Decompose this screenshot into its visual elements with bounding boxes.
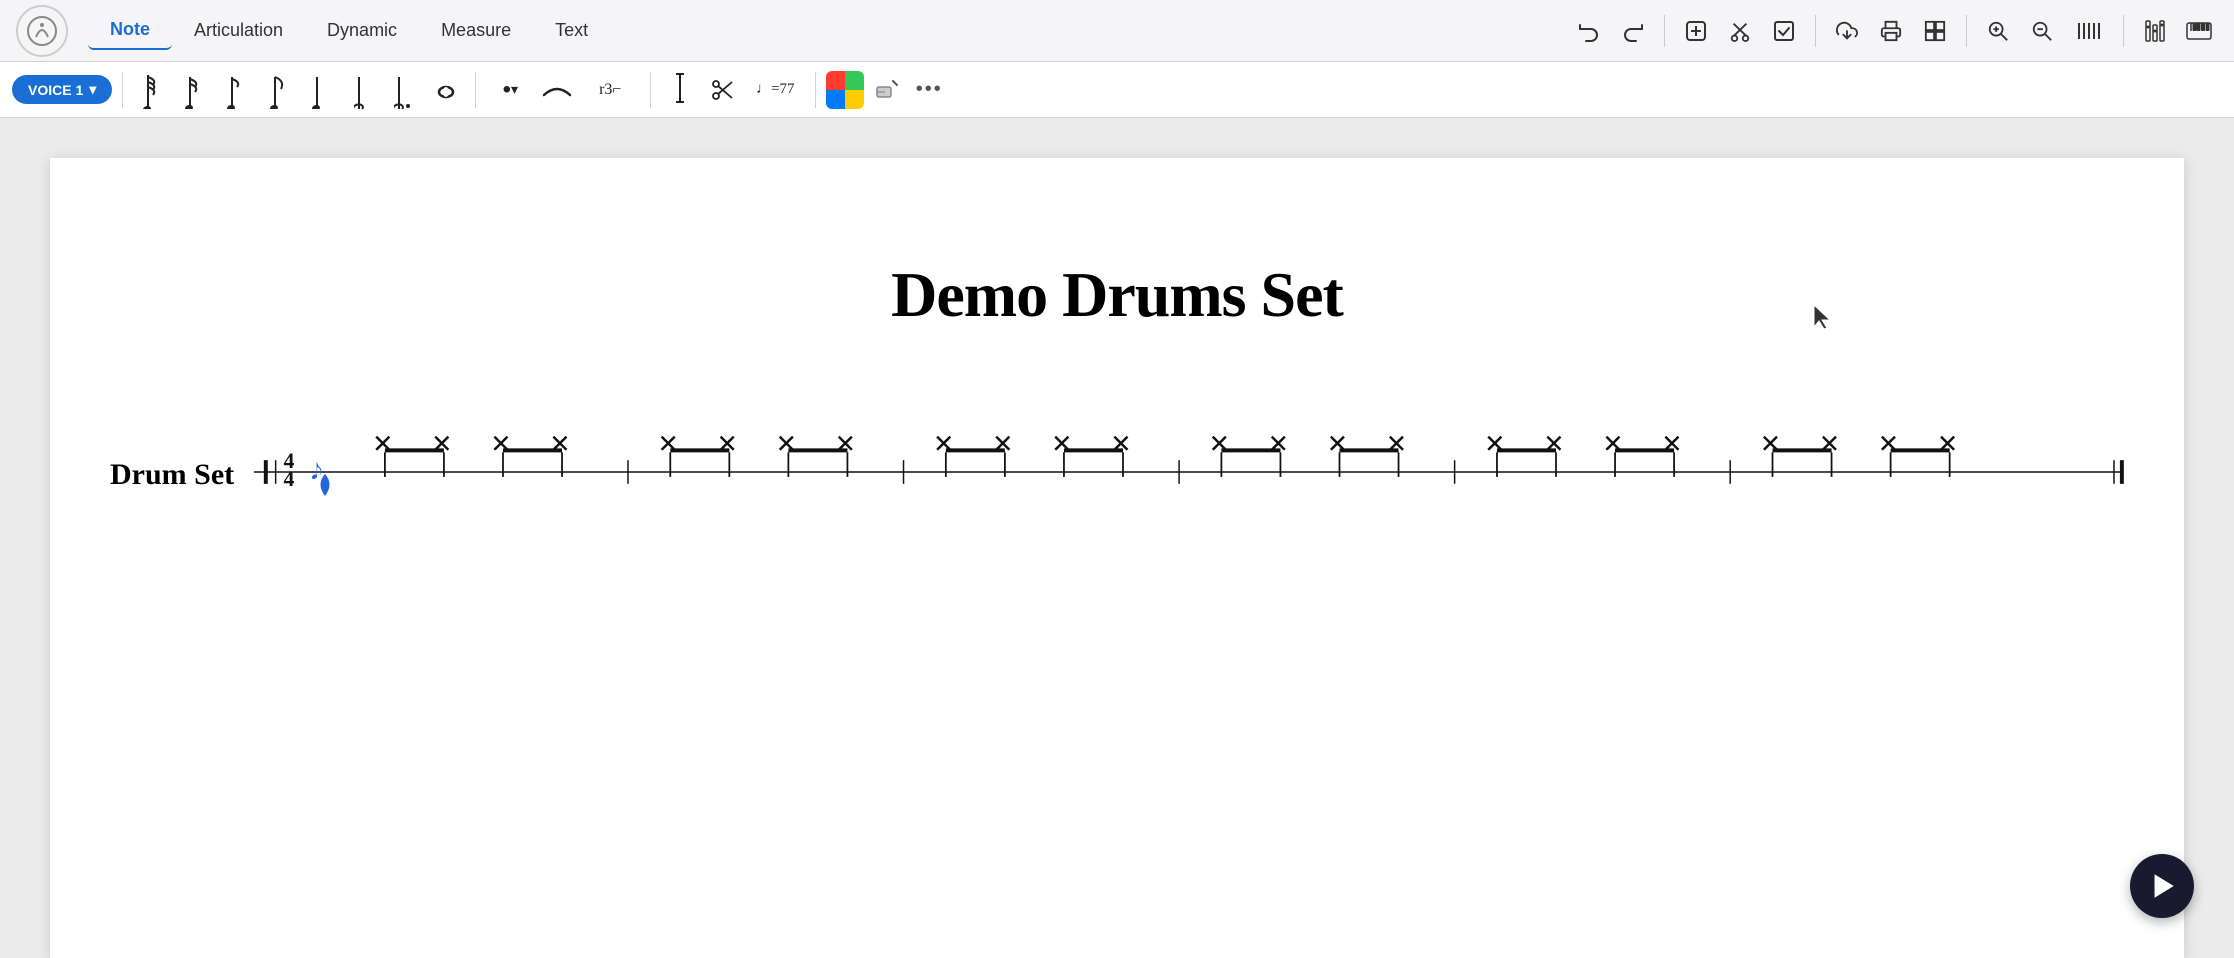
svg-text:✕: ✕ (1484, 429, 1505, 458)
color-button[interactable] (826, 71, 864, 109)
instrument-label: Drum Set (110, 458, 234, 492)
tuplet-button[interactable]: r3⌐ (580, 71, 640, 109)
staff-section: Drum Set 4 4 𝅘𝅥𝅮 ✕ (110, 412, 2124, 537)
teardrop-marker (316, 474, 334, 498)
svg-text:✕: ✕ (1110, 429, 1131, 458)
mixer-button[interactable] (2136, 12, 2174, 50)
note-half-button[interactable] (343, 71, 381, 109)
undo-button[interactable] (1570, 12, 1608, 50)
note-32nd-button[interactable] (175, 71, 213, 109)
zoom-in-button[interactable] (1979, 12, 2017, 50)
voice-label: VOICE 1 (28, 82, 83, 98)
metronome-button[interactable] (2067, 12, 2111, 50)
score-title: Demo Drums Set (110, 258, 2124, 332)
note-16th-button[interactable] (217, 71, 255, 109)
main-area: Demo Drums Set Drum Set 4 4 𝅘𝅥𝅮 (0, 118, 2234, 958)
color-yellow (845, 90, 864, 109)
more-options-button[interactable]: ••• (910, 71, 948, 109)
tab-note[interactable]: Note (88, 11, 172, 50)
zoom-out-button[interactable] (2023, 12, 2061, 50)
svg-text:✕: ✕ (1327, 429, 1348, 458)
svg-text:✕: ✕ (835, 429, 856, 458)
toolbar-divider-3 (650, 72, 651, 108)
svg-text:✕: ✕ (1209, 429, 1230, 458)
score-page: Demo Drums Set Drum Set 4 4 𝅘𝅥𝅮 (50, 158, 2184, 958)
svg-text:✕: ✕ (992, 429, 1013, 458)
note-64th-button[interactable] (133, 71, 171, 109)
divider-1 (1664, 15, 1665, 47)
svg-text:✕: ✕ (717, 429, 738, 458)
check-button[interactable] (1765, 12, 1803, 50)
svg-text:✕: ✕ (1602, 429, 1623, 458)
svg-text:✕: ✕ (1661, 429, 1682, 458)
tempo-button[interactable]: ♩=77 (745, 71, 805, 109)
layout-button[interactable] (1916, 12, 1954, 50)
toolbar-divider-4 (815, 72, 816, 108)
cut-button[interactable] (1721, 12, 1759, 50)
nav-tabs: Note Articulation Dynamic Measure Text (88, 11, 610, 50)
svg-text:✕: ✕ (776, 429, 797, 458)
nav-bar: Note Articulation Dynamic Measure Text (0, 0, 2234, 62)
svg-text:✕: ✕ (1819, 429, 1840, 458)
split-button[interactable] (703, 71, 741, 109)
toolbar-divider-2 (475, 72, 476, 108)
divider-4 (2123, 15, 2124, 47)
note-quarter-button[interactable] (301, 71, 339, 109)
erase-button[interactable] (868, 71, 906, 109)
divider-3 (1966, 15, 1967, 47)
svg-text:✕: ✕ (1386, 429, 1407, 458)
tab-measure[interactable]: Measure (419, 12, 533, 49)
svg-text:✕: ✕ (1543, 429, 1564, 458)
svg-text:✕: ✕ (1937, 429, 1958, 458)
svg-text:✕: ✕ (933, 429, 954, 458)
color-red (826, 71, 845, 90)
toolbar: VOICE 1 ▾ (0, 62, 2234, 118)
share-button[interactable] (1828, 12, 1866, 50)
slur-button[interactable] (538, 71, 576, 109)
svg-text:✕: ✕ (372, 429, 393, 458)
voice-selector[interactable]: VOICE 1 ▾ (12, 75, 112, 104)
add-button[interactable] (1677, 12, 1715, 50)
color-blue (826, 90, 845, 109)
staff-svg: 4 4 𝅘𝅥𝅮 ✕ ✕ ✕ ✕ (254, 412, 2124, 532)
stem-button[interactable] (661, 71, 699, 109)
app-logo[interactable] (16, 5, 68, 57)
tab-dynamic[interactable]: Dynamic (305, 12, 419, 49)
note-dotted-half-button[interactable] (385, 71, 423, 109)
print-button[interactable] (1872, 12, 1910, 50)
svg-text:✕: ✕ (490, 429, 511, 458)
staff-container[interactable]: 4 4 𝅘𝅥𝅮 ✕ ✕ ✕ ✕ (254, 412, 2124, 537)
keyboard-button[interactable] (2180, 12, 2218, 50)
tab-articulation[interactable]: Articulation (172, 12, 305, 49)
note-whole-button[interactable] (427, 71, 465, 109)
svg-text:✕: ✕ (1268, 429, 1289, 458)
divider-2 (1815, 15, 1816, 47)
toolbar-divider-1 (122, 72, 123, 108)
color-green (845, 71, 864, 90)
nav-actions (1570, 12, 2218, 50)
svg-text:✕: ✕ (1051, 429, 1072, 458)
svg-text:✕: ✕ (549, 429, 570, 458)
play-fab-button[interactable] (2130, 854, 2194, 918)
svg-text:✕: ✕ (1878, 429, 1899, 458)
redo-button[interactable] (1614, 12, 1652, 50)
augmentation-dot-button[interactable]: • ▾ (486, 71, 534, 109)
svg-text:✕: ✕ (431, 429, 452, 458)
svg-text:✕: ✕ (1760, 429, 1781, 458)
svg-text:4: 4 (284, 467, 295, 491)
svg-text:✕: ✕ (658, 429, 679, 458)
note-8th-button[interactable] (259, 71, 297, 109)
tab-text[interactable]: Text (533, 12, 610, 49)
